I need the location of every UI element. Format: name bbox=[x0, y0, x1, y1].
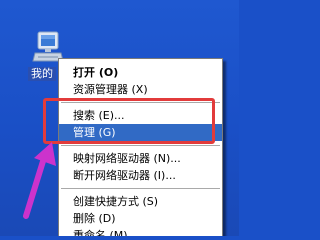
menu-item-explorer[interactable]: 资源管理器 (X) bbox=[59, 81, 222, 98]
menu-item-open[interactable]: 打开 (O) bbox=[59, 64, 222, 81]
desktop-icon-label: 我的 bbox=[28, 67, 56, 81]
menu-item-search[interactable]: 搜索 (E)... bbox=[59, 107, 222, 124]
context-menu: 打开 (O) 资源管理器 (X) 搜索 (E)... 管理 (G) 映射网络驱动… bbox=[58, 58, 223, 236]
menu-separator bbox=[61, 188, 220, 189]
menu-item-delete[interactable]: 删除 (D) bbox=[59, 210, 222, 227]
arrow-icon bbox=[23, 142, 56, 219]
menu-item-manage[interactable]: 管理 (G) bbox=[59, 124, 222, 141]
menu-item-map-drive[interactable]: 映射网络驱动器 (N)... bbox=[59, 150, 222, 167]
menu-item-disconnect-drive[interactable]: 断开网络驱动器 (I)... bbox=[59, 167, 222, 184]
desktop[interactable]: 我的 打开 (O) 资源管理器 (X) 搜索 (E)... 管理 (G) 映射网… bbox=[0, 0, 239, 236]
menu-separator bbox=[61, 102, 220, 103]
menu-item-rename[interactable]: 重命名 (M) bbox=[59, 227, 222, 236]
menu-separator bbox=[61, 145, 220, 146]
menu-item-create-shortcut[interactable]: 创建快捷方式 (S) bbox=[59, 193, 222, 210]
